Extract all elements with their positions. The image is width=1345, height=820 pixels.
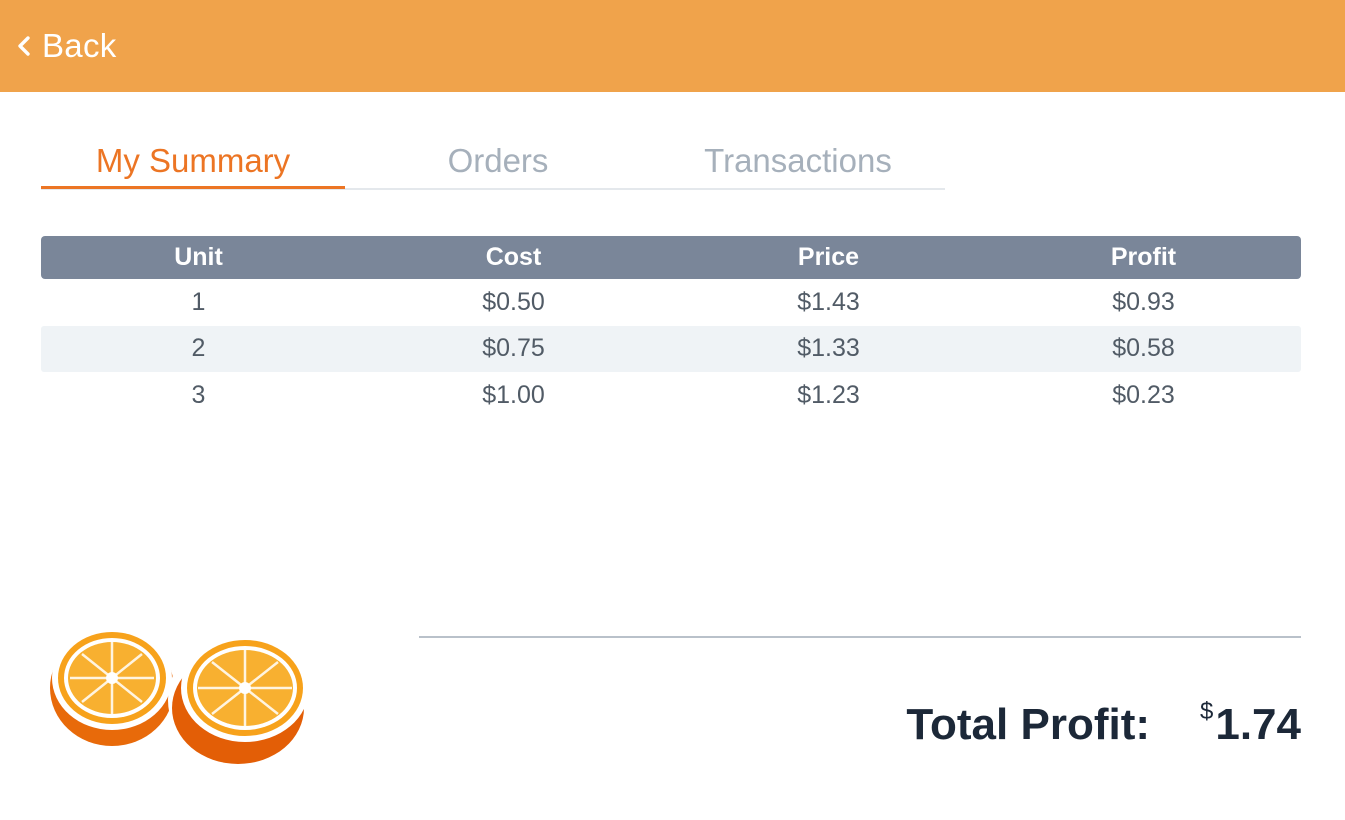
top-bar: Back	[0, 0, 1345, 92]
orange-halves-illustration	[44, 619, 312, 768]
cell-cost: $1.00	[482, 380, 545, 409]
cell-cost: $0.75	[482, 334, 545, 363]
tab-my-summary[interactable]: My Summary	[41, 138, 345, 189]
tab-bar: My Summary Orders Transactions	[41, 138, 945, 190]
back-label: Back	[42, 27, 117, 64]
cell-profit: $0.23	[1112, 380, 1175, 409]
cell-unit: 3	[191, 380, 206, 409]
cell-unit: 1	[191, 287, 206, 316]
summary-divider	[419, 636, 1301, 638]
cell-profit: $0.93	[1112, 287, 1175, 316]
table-row: 1 $0.50 $1.43 $0.93	[41, 279, 1301, 326]
cell-price: $1.43	[797, 287, 860, 316]
tab-transactions[interactable]: Transactions	[651, 138, 945, 188]
orange-half-right	[168, 632, 312, 768]
cell-price: $1.33	[797, 334, 860, 363]
total-profit-value: 1.74	[1215, 700, 1301, 749]
total-profit-label: Total Profit:	[906, 700, 1150, 749]
total-profit: Total Profit: $ 1.74	[906, 698, 1301, 760]
column-header-unit: Unit	[174, 243, 223, 271]
chevron-left-icon	[18, 36, 30, 56]
cell-cost: $0.50	[482, 287, 545, 316]
table-header: Unit Cost Price Profit	[41, 236, 1301, 279]
cell-price: $1.23	[797, 380, 860, 409]
column-header-price: Price	[797, 243, 860, 271]
currency-symbol: $	[1200, 698, 1214, 725]
table-row: 3 $1.00 $1.23 $0.23	[41, 372, 1301, 419]
orange-half-left	[44, 619, 180, 751]
back-button[interactable]: Back	[14, 24, 117, 68]
table-row: 2 $0.75 $1.33 $0.58	[41, 325, 1301, 372]
cell-profit: $0.58	[1112, 334, 1175, 363]
cell-unit: 2	[191, 334, 206, 363]
tab-orders[interactable]: Orders	[345, 138, 651, 188]
column-header-profit: Profit	[1110, 243, 1177, 271]
summary-table: Unit Cost Price Profit 1 $0.50 $1.43 $0.…	[41, 236, 1301, 419]
column-header-cost: Cost	[485, 243, 542, 271]
